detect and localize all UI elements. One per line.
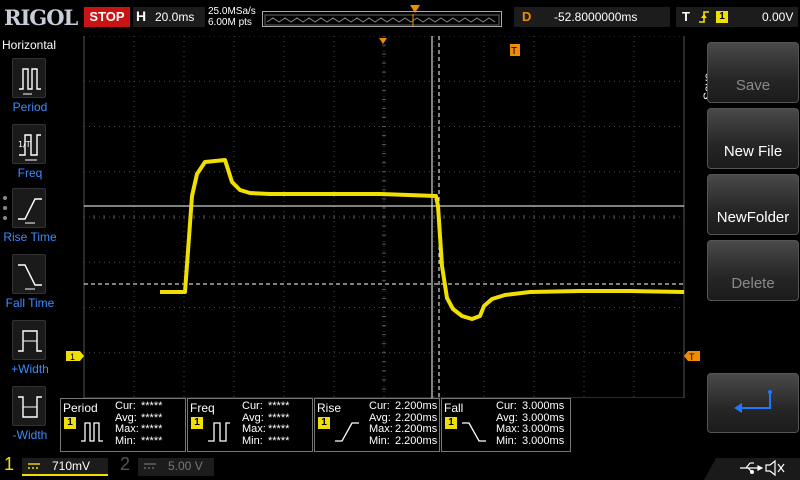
enter-button[interactable] — [707, 373, 799, 433]
new-file-button[interactable]: New File — [707, 108, 799, 169]
measure-rise-time-label: Rise Time — [3, 230, 57, 244]
measure-sidebar: Horizontal Period 1/T Freq Rise Time Fal… — [0, 36, 60, 452]
trigger-position-arrow-icon — [410, 5, 420, 13]
rise-time-icon — [335, 422, 359, 442]
svg-text:1: 1 — [70, 352, 75, 362]
channel-status-bar: 1 710mV 2 5.00 V — [0, 452, 800, 480]
delay-value: -52.8000000ms — [554, 10, 638, 24]
result-name: Rise — [317, 401, 342, 415]
result-channel-badge: 1 — [318, 417, 330, 429]
measurement-frequency-result: Freq 1 Cur: ***** Avg: ***** Max: ***** Min… — [187, 398, 313, 452]
result-stats: Cur: ***** Avg: ***** Max: ***** Min: ***** — [115, 400, 163, 447]
measure-negative-width-label: -Width — [12, 428, 48, 442]
save-button[interactable]: Save — [707, 42, 799, 103]
result-name: Freq — [190, 401, 215, 415]
brand-text: RIGOL — [4, 5, 78, 30]
top-status-bar: RIGOL STOP H 20.0ms 25.0MSa/s 6.00M pts … — [0, 0, 800, 36]
svg-text:1/T: 1/T — [18, 140, 31, 149]
result-name: Period — [63, 401, 98, 415]
new-folder-button-label: NewFolder — [716, 209, 790, 226]
negative-width-icon — [12, 386, 46, 426]
channel2-number: 2 — [120, 454, 131, 474]
fall-time-icon — [12, 254, 46, 294]
rigol-logo: RIGOL — [4, 5, 78, 30]
positive-width-icon — [12, 320, 46, 360]
new-folder-button[interactable]: NewFolder — [707, 174, 799, 235]
delay-letter: D — [522, 9, 532, 24]
period-icon — [12, 58, 46, 98]
measure-positive-width-label: +Width — [11, 362, 49, 376]
waveform-display[interactable]: T 1 T — [60, 36, 700, 398]
acquisition-info: 25.0MSa/s 6.00M pts — [208, 6, 256, 28]
channel1-scale-box[interactable]: 710mV — [22, 458, 108, 476]
trigger-level-value: 0.00V — [762, 10, 794, 24]
measure-period-button[interactable]: Period — [0, 58, 60, 122]
channel2-scale-box[interactable]: 5.00 V — [138, 458, 214, 476]
measure-fall-time-button[interactable]: Fall Time — [0, 254, 60, 318]
new-file-button-label: New File — [723, 143, 783, 160]
svg-text:T: T — [511, 46, 517, 57]
delay-box[interactable]: D -52.8000000ms — [514, 7, 670, 27]
result-stats: Cur: 3.000ms Avg: 3.000ms Max: 3.000ms Min:… — [496, 400, 565, 447]
measure-frequency-label: Freq — [17, 166, 43, 180]
fall-time-icon — [462, 422, 486, 442]
rise-time-icon — [12, 188, 46, 228]
horizontal-letter: H — [136, 8, 147, 24]
measure-positive-width-button[interactable]: +Width — [0, 320, 60, 384]
enter-icon — [734, 390, 772, 413]
trigger-source-badge: 1 — [716, 11, 728, 23]
memory-waveform-thumbnail — [264, 14, 500, 26]
measure-frequency-button[interactable]: 1/T Freq — [0, 124, 60, 188]
result-channel-badge: 1 — [191, 417, 203, 429]
trigger-box[interactable]: T 1 0.00V — [676, 7, 798, 27]
horizontal-scale-box[interactable]: H 20.0ms — [133, 7, 205, 27]
cursor-t-marker: T — [510, 44, 520, 57]
dc-coupling-icon — [28, 463, 40, 469]
period-icon — [81, 422, 103, 442]
horizontal-scale-value: 20.0ms — [155, 10, 195, 24]
run-stop-status[interactable]: STOP — [84, 7, 130, 27]
frequency-icon — [208, 422, 230, 442]
measure-period-label: Period — [12, 100, 48, 114]
result-channel-badge: 1 — [64, 417, 76, 429]
svg-text:T: T — [689, 352, 695, 362]
sidebar-title: Horizontal — [2, 38, 57, 52]
result-channel-badge: 1 — [445, 417, 457, 429]
measure-rise-time-button[interactable]: Rise Time — [0, 188, 60, 252]
save-button-label: Save — [735, 77, 771, 94]
channel2-scale-value: 5.00 V — [168, 459, 203, 473]
result-name: Fall — [444, 401, 464, 415]
frequency-icon: 1/T — [12, 124, 46, 164]
channel1-number: 1 — [4, 454, 15, 474]
measurement-rise-result: Rise 1 Cur: 2.200ms Avg: 2.200ms Max: 2.200… — [314, 398, 440, 452]
memory-overview-bar — [262, 11, 502, 27]
dc-coupling-icon — [144, 463, 156, 469]
system-status-area — [704, 458, 800, 480]
rising-edge-icon — [699, 11, 709, 23]
measure-fall-time-label: Fall Time — [5, 296, 55, 310]
delete-button-label: Delete — [731, 275, 775, 292]
channel1-scale-value: 710mV — [52, 459, 91, 473]
result-stats: Cur: ***** Avg: ***** Max: ***** Min: ***** — [242, 400, 290, 447]
measure-negative-width-button[interactable]: -Width — [0, 386, 60, 450]
trigger-letter: T — [682, 9, 690, 24]
measurement-fall-result: Fall 1 Cur: 3.000ms Avg: 3.000ms Max: 3.000… — [441, 398, 571, 452]
delete-button[interactable]: Delete — [707, 240, 799, 301]
memory-depth: 6.00M pts — [208, 17, 252, 28]
softkey-menu: Save Save New File NewFolder Delete — [700, 36, 800, 452]
measurement-period-result: Period 1 Cur: ***** Avg: ***** Max: ***** M… — [60, 398, 186, 452]
result-stats: Cur: 2.200ms Avg: 2.200ms Max: 2.200ms Min:… — [369, 400, 438, 447]
sample-rate: 25.0MSa/s — [208, 6, 256, 17]
